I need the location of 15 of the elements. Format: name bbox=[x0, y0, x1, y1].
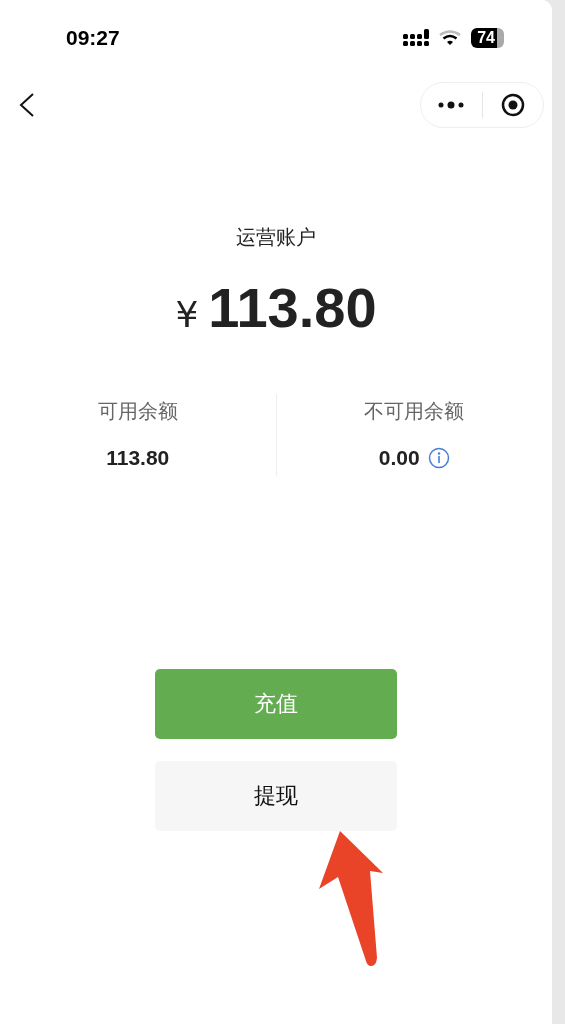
status-time: 09:27 bbox=[66, 25, 120, 52]
balance-label: 可用余额 bbox=[97, 398, 178, 425]
back-icon[interactable] bbox=[18, 92, 36, 118]
battery-level: 74 bbox=[471, 28, 497, 48]
balance-value: 0.00 bbox=[378, 445, 420, 471]
balance-value: 113.80 bbox=[106, 445, 170, 471]
balance-label: 不可用余额 bbox=[364, 398, 465, 425]
account-title: 运营账户 bbox=[236, 224, 316, 251]
wifi-icon bbox=[439, 30, 462, 46]
signal-icon bbox=[403, 29, 430, 47]
battery-cap bbox=[497, 28, 504, 48]
total-balance: 113.80 bbox=[208, 275, 377, 341]
currency-symbol: ¥ bbox=[175, 293, 199, 337]
info-icon[interactable] bbox=[427, 446, 450, 469]
withdraw-button[interactable]: 提现 bbox=[155, 760, 397, 831]
